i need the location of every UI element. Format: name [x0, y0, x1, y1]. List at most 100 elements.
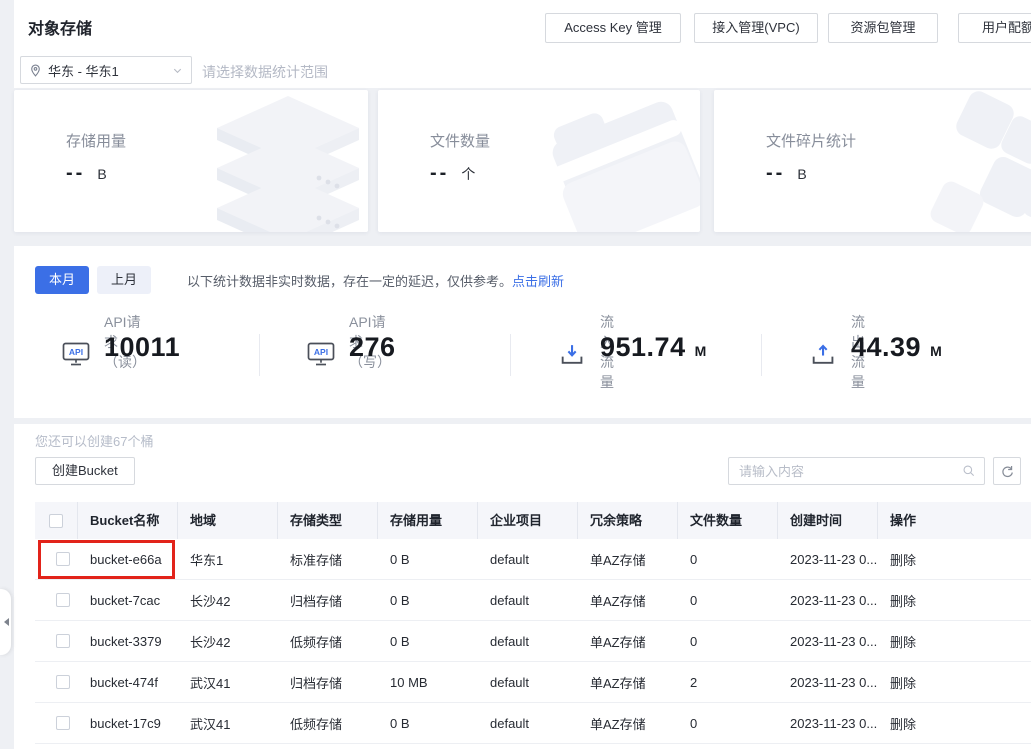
card-label: 存储用量: [66, 130, 126, 151]
bucket-region: 长沙42: [178, 591, 278, 610]
metric-value: 951.74: [600, 332, 686, 363]
bucket-table: Bucket名称 地域 存储类型 存储用量 企业项目 冗余策略 文件数量 创建时…: [35, 502, 1031, 744]
col-region: 地域: [178, 502, 278, 539]
usage-stats-panel: 本月 上月 以下统计数据非实时数据，存在一定的延迟，仅供参考。点击刷新 API请…: [14, 246, 1031, 418]
select-all-checkbox[interactable]: [49, 514, 63, 528]
note-text: 以下统计数据非实时数据，存在一定的延迟，仅供参考。: [187, 274, 512, 289]
card-value: --: [766, 162, 785, 185]
bucket-project: default: [478, 675, 578, 690]
bucket-region: 武汉41: [178, 673, 278, 692]
row-checkbox[interactable]: [56, 675, 70, 689]
card-unit: B: [97, 166, 106, 182]
bucket-project: default: [478, 552, 578, 567]
vpc-access-manage-button[interactable]: 接入管理(VPC): [694, 13, 818, 43]
card-unit: B: [797, 166, 806, 182]
bucket-usage: 0 B: [378, 716, 478, 731]
bucket-region: 武汉41: [178, 714, 278, 733]
bucket-created-time: 2023-11-23 0...: [778, 634, 878, 649]
bucket-file-count: 0: [678, 593, 778, 608]
metric-unit: M: [930, 343, 942, 359]
file-fragment-card: 文件碎片统计 -- B: [714, 90, 1031, 232]
col-storage-usage: 存储用量: [378, 502, 478, 539]
server-stack-illustration: [201, 90, 368, 232]
refresh-button[interactable]: [993, 457, 1021, 485]
header-panel: 对象存储 Access Key 管理 接入管理(VPC) 资源包管理 用户配额 …: [14, 0, 1031, 88]
bucket-name-link[interactable]: bucket-e66a: [78, 552, 178, 567]
metric-divider: [761, 334, 762, 376]
bucket-created-time: 2023-11-23 0...: [778, 675, 878, 690]
bucket-usage: 0 B: [378, 593, 478, 608]
resource-pack-manage-button[interactable]: 资源包管理: [828, 13, 938, 43]
tab-last-month[interactable]: 上月: [97, 266, 151, 294]
bucket-file-count: 0: [678, 634, 778, 649]
card-label: 文件碎片统计: [766, 130, 856, 151]
object-storage-console: { "header": { "title": "对象存储", "buttons"…: [0, 0, 1031, 749]
bucket-created-time: 2023-11-23 0...: [778, 593, 878, 608]
svg-text:API: API: [314, 347, 328, 357]
create-bucket-button[interactable]: 创建Bucket: [35, 457, 135, 485]
bucket-name-link[interactable]: bucket-7cac: [78, 593, 178, 608]
metric-value: 44.39: [851, 332, 921, 363]
bucket-file-count: 2: [678, 675, 778, 690]
delete-link[interactable]: 删除: [878, 591, 1031, 610]
bucket-storage-type: 标准存储: [278, 550, 378, 569]
bucket-project: default: [478, 634, 578, 649]
row-checkbox[interactable]: [56, 634, 70, 648]
bucket-created-time: 2023-11-23 0...: [778, 716, 878, 731]
storage-usage-card: 存储用量 -- B: [14, 90, 368, 232]
bucket-storage-type: 低频存储: [278, 714, 378, 733]
delete-link[interactable]: 删除: [878, 714, 1031, 733]
bucket-project: default: [478, 716, 578, 731]
bucket-name-link[interactable]: bucket-474f: [78, 675, 178, 690]
bucket-list-panel: 您还可以创建67个桶 创建Bucket Bucket名称 地域 存储类型 存储用…: [14, 424, 1031, 749]
delete-link[interactable]: 删除: [878, 550, 1031, 569]
folders-illustration: [523, 90, 700, 232]
col-redundancy: 冗余策略: [578, 502, 678, 539]
row-checkbox[interactable]: [56, 552, 70, 566]
upload-icon: [809, 342, 835, 367]
region-select-value: 华东 - 华东1: [48, 61, 172, 80]
bucket-storage-type: 归档存储: [278, 673, 378, 692]
col-file-count: 文件数量: [678, 502, 778, 539]
table-row: bucket-3379 长沙42 低频存储 0 B default 单AZ存储 …: [35, 621, 1031, 662]
tab-current-month[interactable]: 本月: [35, 266, 89, 294]
sidebar-collapse-handle[interactable]: [0, 589, 11, 655]
api-monitor-icon: API: [62, 342, 90, 367]
card-value: --: [430, 162, 449, 185]
user-quota-button[interactable]: 用户配额: [958, 13, 1031, 43]
card-value: --: [66, 162, 85, 185]
delete-link[interactable]: 删除: [878, 673, 1031, 692]
download-icon: [558, 342, 584, 367]
bucket-name-link[interactable]: bucket-17c9: [78, 716, 178, 731]
bucket-usage: 0 B: [378, 634, 478, 649]
row-checkbox[interactable]: [56, 593, 70, 607]
table-header-row: Bucket名称 地域 存储类型 存储用量 企业项目 冗余策略 文件数量 创建时…: [35, 502, 1031, 539]
bucket-file-count: 0: [678, 716, 778, 731]
card-label: 文件数量: [430, 130, 490, 151]
api-monitor-icon: API: [307, 342, 335, 367]
refresh-now-link[interactable]: 点击刷新: [512, 274, 564, 289]
search-input[interactable]: [728, 457, 985, 485]
access-key-manage-button[interactable]: Access Key 管理: [545, 13, 681, 43]
delete-link[interactable]: 删除: [878, 632, 1031, 651]
search-icon[interactable]: [962, 464, 976, 478]
metric-value: 276: [349, 332, 396, 363]
row-checkbox[interactable]: [56, 716, 70, 730]
bucket-redundancy: 单AZ存储: [578, 550, 678, 569]
region-select[interactable]: 华东 - 华东1: [20, 56, 192, 84]
bucket-redundancy: 单AZ存储: [578, 632, 678, 651]
bucket-name-link[interactable]: bucket-3379: [78, 634, 178, 649]
svg-text:API: API: [69, 347, 83, 357]
bucket-storage-type: 归档存储: [278, 591, 378, 610]
metric-divider: [259, 334, 260, 376]
refresh-icon: [1000, 464, 1015, 479]
bucket-region: 华东1: [178, 550, 278, 569]
bucket-quota-hint: 您还可以创建67个桶: [35, 431, 153, 450]
col-created-time: 创建时间: [778, 502, 878, 539]
page-title: 对象存储: [28, 15, 92, 39]
stats-delay-note: 以下统计数据非实时数据，存在一定的延迟，仅供参考。点击刷新: [187, 271, 564, 290]
col-bucket-name: Bucket名称: [78, 502, 178, 539]
fragments-illustration: [877, 90, 1031, 232]
col-enterprise-project: 企业项目: [478, 502, 578, 539]
bucket-file-count: 0: [678, 552, 778, 567]
